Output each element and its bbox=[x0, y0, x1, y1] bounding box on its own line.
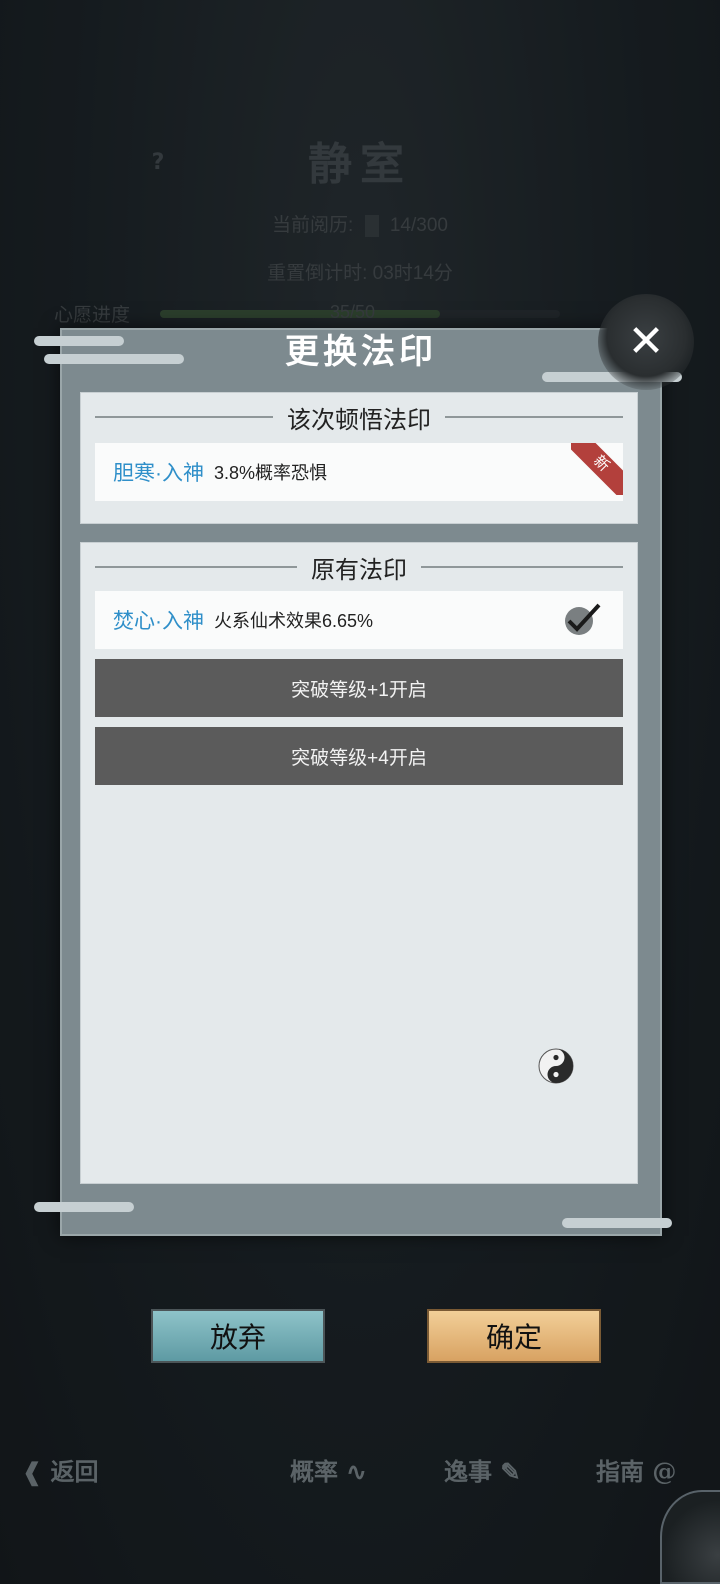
cloud-decoration bbox=[34, 1202, 134, 1212]
back-label: 返回 bbox=[50, 1457, 99, 1486]
new-seal-heading-text: 该次顿悟法印 bbox=[287, 406, 431, 434]
anecdotes-label: 逸事 bbox=[444, 1457, 492, 1486]
divider bbox=[445, 416, 623, 418]
close-icon: ✕ bbox=[627, 316, 665, 367]
new-seal-panel: 该次顿悟法印 胆寒·入神 3.8%概率恐惧 新 bbox=[80, 392, 638, 524]
locked-slot: 突破等级+4开启 bbox=[95, 727, 623, 785]
seal-name: 胆寒·入神 bbox=[113, 462, 204, 485]
locked-slot: 突破等级+1开启 bbox=[95, 659, 623, 717]
divider bbox=[421, 566, 623, 568]
close-button[interactable]: ✕ bbox=[598, 294, 694, 390]
guide-button[interactable]: 指南 @ bbox=[596, 1452, 676, 1487]
old-seal-row[interactable]: 焚心·入神 火系仙术效果6.65% bbox=[95, 591, 623, 649]
yin-yang-icon bbox=[538, 1048, 574, 1084]
back-button[interactable]: ❰ 返回 bbox=[22, 1452, 98, 1487]
divider bbox=[95, 416, 273, 418]
confirm-button[interactable]: 确定 bbox=[427, 1309, 601, 1363]
checkmark-icon bbox=[565, 603, 601, 635]
change-seal-dialog: 更换法印 ✕ 该次顿悟法印 胆寒·入神 3.8%概率恐惧 新 原有法印 焚心·入… bbox=[34, 294, 694, 1363]
new-seal-row[interactable]: 胆寒·入神 3.8%概率恐惧 新 bbox=[95, 443, 623, 501]
dialog-title: 更换法印 bbox=[285, 332, 437, 372]
old-seal-heading: 原有法印 bbox=[81, 547, 637, 587]
new-badge-text: 新 bbox=[571, 443, 623, 495]
anecdotes-button[interactable]: 逸事 ✎ bbox=[444, 1452, 520, 1487]
guide-label: 指南 bbox=[596, 1457, 644, 1486]
seal-desc: 3.8%概率恐惧 bbox=[214, 463, 328, 483]
bottom-nav: ❰ 返回 概率 ∿ 逸事 ✎ 指南 @ bbox=[0, 1440, 720, 1500]
old-seal-heading-text: 原有法印 bbox=[311, 556, 407, 584]
cloud-icon: ∿ bbox=[346, 1457, 367, 1486]
new-badge: 新 bbox=[571, 443, 623, 495]
seal-name: 焚心·入神 bbox=[113, 610, 204, 633]
swirl-icon: @ bbox=[652, 1457, 677, 1486]
old-seal-panel: 原有法印 焚心·入神 火系仙术效果6.65% 突破等级+1开启 突破等级+4开启… bbox=[80, 542, 638, 1363]
cloud-decoration bbox=[562, 1218, 672, 1228]
abandon-button[interactable]: 放弃 bbox=[151, 1309, 325, 1363]
seal-desc: 火系仙术效果6.65% bbox=[214, 611, 374, 631]
back-arrow-icon: ❰ bbox=[22, 1457, 43, 1486]
book-icon: ✎ bbox=[500, 1457, 521, 1486]
divider bbox=[95, 566, 297, 568]
new-seal-heading: 该次顿悟法印 bbox=[81, 397, 637, 437]
probability-button[interactable]: 概率 ∿ bbox=[290, 1452, 366, 1487]
probability-label: 概率 bbox=[290, 1457, 338, 1486]
